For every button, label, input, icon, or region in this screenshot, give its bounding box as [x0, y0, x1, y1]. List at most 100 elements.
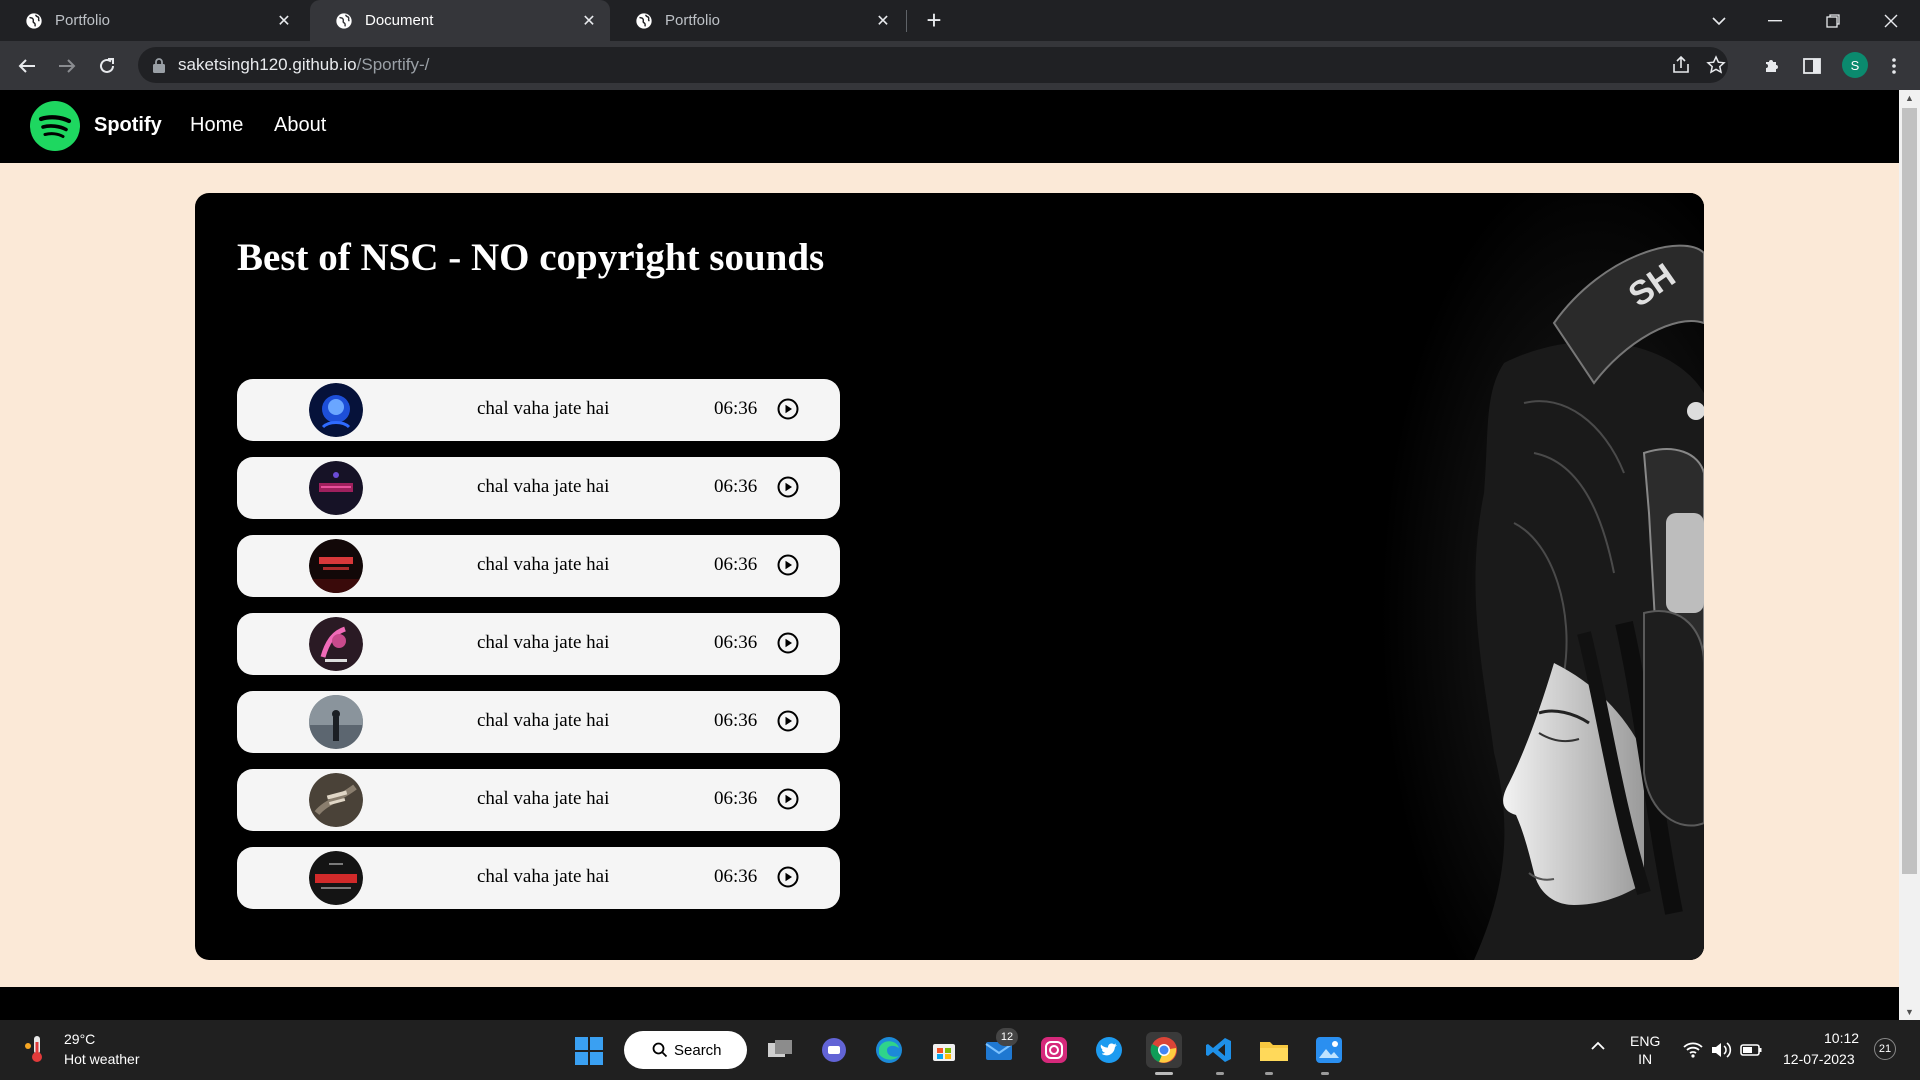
- input-language[interactable]: ENG IN: [1630, 1032, 1660, 1068]
- song-item[interactable]: chal vaha jate hai 06:36: [237, 613, 840, 675]
- vscode-button[interactable]: [1201, 1032, 1237, 1068]
- store-icon: [933, 1044, 955, 1061]
- profile-avatar[interactable]: S: [1842, 52, 1868, 78]
- lang-line-1: ENG: [1630, 1033, 1661, 1049]
- task-view-button[interactable]: [762, 1032, 798, 1068]
- instagram-button[interactable]: [1036, 1032, 1072, 1068]
- scroll-down-icon[interactable]: ▼: [1899, 1004, 1920, 1020]
- bottom-player-bar: [0, 987, 1899, 1020]
- close-window-button[interactable]: [1866, 0, 1916, 41]
- browser-tab-1[interactable]: Portfolio ✕: [0, 0, 305, 41]
- clock-date[interactable]: 12-07-2023: [1783, 1051, 1855, 1067]
- song-item[interactable]: chal vaha jate hai 06:36: [237, 535, 840, 597]
- play-circle-icon[interactable]: [777, 398, 799, 420]
- windows-start-icon[interactable]: [574, 1036, 604, 1066]
- restore-button[interactable]: [1808, 0, 1858, 41]
- file-explorer-button[interactable]: [1256, 1032, 1292, 1068]
- play-circle-icon[interactable]: [777, 866, 799, 888]
- notification-count-badge[interactable]: 21: [1874, 1038, 1896, 1060]
- edge-browser-button[interactable]: [871, 1032, 907, 1068]
- menu-button[interactable]: [1878, 50, 1910, 82]
- play-circle-icon[interactable]: [777, 788, 799, 810]
- tab-title: Portfolio: [55, 12, 111, 29]
- chevron-down-icon: [1712, 16, 1726, 25]
- address-bar[interactable]: saketsingh120.github.io/Sportify-/: [138, 47, 1728, 83]
- reload-button[interactable]: [91, 50, 123, 82]
- play-circle-icon[interactable]: [777, 476, 799, 498]
- song-name: chal vaha jate hai: [477, 554, 610, 575]
- nav-about-link[interactable]: About: [274, 114, 326, 137]
- close-icon: [1884, 14, 1898, 27]
- scroll-up-icon[interactable]: ▲: [1899, 90, 1920, 106]
- share-icon[interactable]: [1671, 55, 1691, 75]
- weather-temperature[interactable]: 29°C: [64, 1031, 95, 1047]
- page-viewport: Spotify Home About SH Best of NSC - NO c…: [0, 90, 1920, 1020]
- song-item[interactable]: chal vaha jate hai 06:36: [237, 691, 840, 753]
- forward-button[interactable]: [51, 50, 83, 82]
- play-circle-icon[interactable]: [777, 710, 799, 732]
- playlist-title: Best of NSC - NO copyright sounds: [237, 236, 825, 279]
- star-icon[interactable]: [1706, 55, 1726, 75]
- brand-name[interactable]: Spotify: [94, 114, 162, 137]
- thermometer-icon[interactable]: [24, 1034, 50, 1064]
- side-panel-button[interactable]: [1796, 50, 1828, 82]
- play-circle-icon[interactable]: [777, 632, 799, 654]
- close-icon[interactable]: ✕: [874, 12, 892, 30]
- vertical-scrollbar[interactable]: ▲ ▼: [1899, 90, 1920, 1020]
- headphone-portrait-image: SH: [1084, 193, 1704, 960]
- wifi-icon[interactable]: [1682, 1039, 1704, 1061]
- song-duration: 06:36: [714, 710, 758, 731]
- song-name: chal vaha jate hai: [477, 788, 610, 809]
- song-item[interactable]: chal vaha jate hai 06:36: [237, 379, 840, 441]
- twitter-button[interactable]: [1091, 1032, 1127, 1068]
- browser-tab-2[interactable]: Document ✕: [310, 0, 610, 41]
- clock-time[interactable]: 10:12: [1824, 1030, 1859, 1046]
- globe-icon: [636, 12, 652, 29]
- browser-tab-3[interactable]: Portfolio ✕: [610, 0, 904, 41]
- twitter-icon: [1096, 1037, 1122, 1063]
- active-app-indicator: [1155, 1072, 1173, 1075]
- song-item[interactable]: chal vaha jate hai 06:36: [237, 457, 840, 519]
- song-item[interactable]: chal vaha jate hai 06:36: [237, 847, 840, 909]
- minimize-button[interactable]: [1750, 0, 1800, 41]
- photos-button[interactable]: [1311, 1032, 1347, 1068]
- url-path: /Sportify-/: [356, 55, 430, 74]
- scrollbar-thumb[interactable]: [1902, 108, 1917, 874]
- nav-home-link[interactable]: Home: [190, 114, 243, 137]
- chevron-up-icon[interactable]: [1586, 1038, 1610, 1062]
- puzzle-icon: [1766, 60, 1778, 72]
- spotify-logo-icon[interactable]: [30, 101, 80, 151]
- back-button[interactable]: [11, 50, 43, 82]
- browser-tab-strip: Portfolio ✕ Document ✕ Portfolio ✕ +: [0, 0, 1920, 41]
- edge-icon: [876, 1037, 902, 1063]
- arrow-left-icon: [18, 59, 35, 73]
- windows-taskbar: 29°C Hot weather Search 12 ENG IN 10:12 …: [0, 1020, 1920, 1080]
- volume-icon[interactable]: [1710, 1039, 1732, 1061]
- site-navbar: Spotify Home About: [0, 90, 1899, 163]
- search-icon: [652, 1042, 668, 1058]
- close-icon[interactable]: ✕: [580, 12, 598, 30]
- globe-icon: [26, 12, 42, 29]
- red-text-cover-image: [309, 539, 363, 593]
- instagram-icon: [1041, 1037, 1067, 1063]
- weather-description[interactable]: Hot weather: [64, 1051, 139, 1067]
- close-icon[interactable]: ✕: [275, 12, 293, 30]
- extensions-button[interactable]: [1756, 50, 1788, 82]
- chrome-button[interactable]: [1146, 1032, 1182, 1068]
- reload-icon: [100, 58, 114, 73]
- song-item[interactable]: chal vaha jate hai 06:36: [237, 769, 840, 831]
- store-button[interactable]: [926, 1032, 962, 1068]
- play-circle-icon[interactable]: [777, 554, 799, 576]
- battery-icon[interactable]: [1740, 1039, 1762, 1061]
- new-tab-button[interactable]: +: [920, 7, 948, 35]
- tab-title: Document: [365, 12, 434, 29]
- minimize-icon: [1768, 19, 1782, 21]
- tab-separator: [906, 10, 907, 32]
- taskbar-search[interactable]: Search: [624, 1031, 747, 1069]
- purple-neon-cover-image: [309, 461, 363, 515]
- task-view-icon: [768, 1040, 792, 1057]
- chrome-icon: [1150, 1037, 1177, 1063]
- teams-chat-button[interactable]: [816, 1032, 852, 1068]
- tab-search-button[interactable]: [1694, 0, 1744, 41]
- browser-toolbar: saketsingh120.github.io/Sportify-/ S: [0, 41, 1920, 90]
